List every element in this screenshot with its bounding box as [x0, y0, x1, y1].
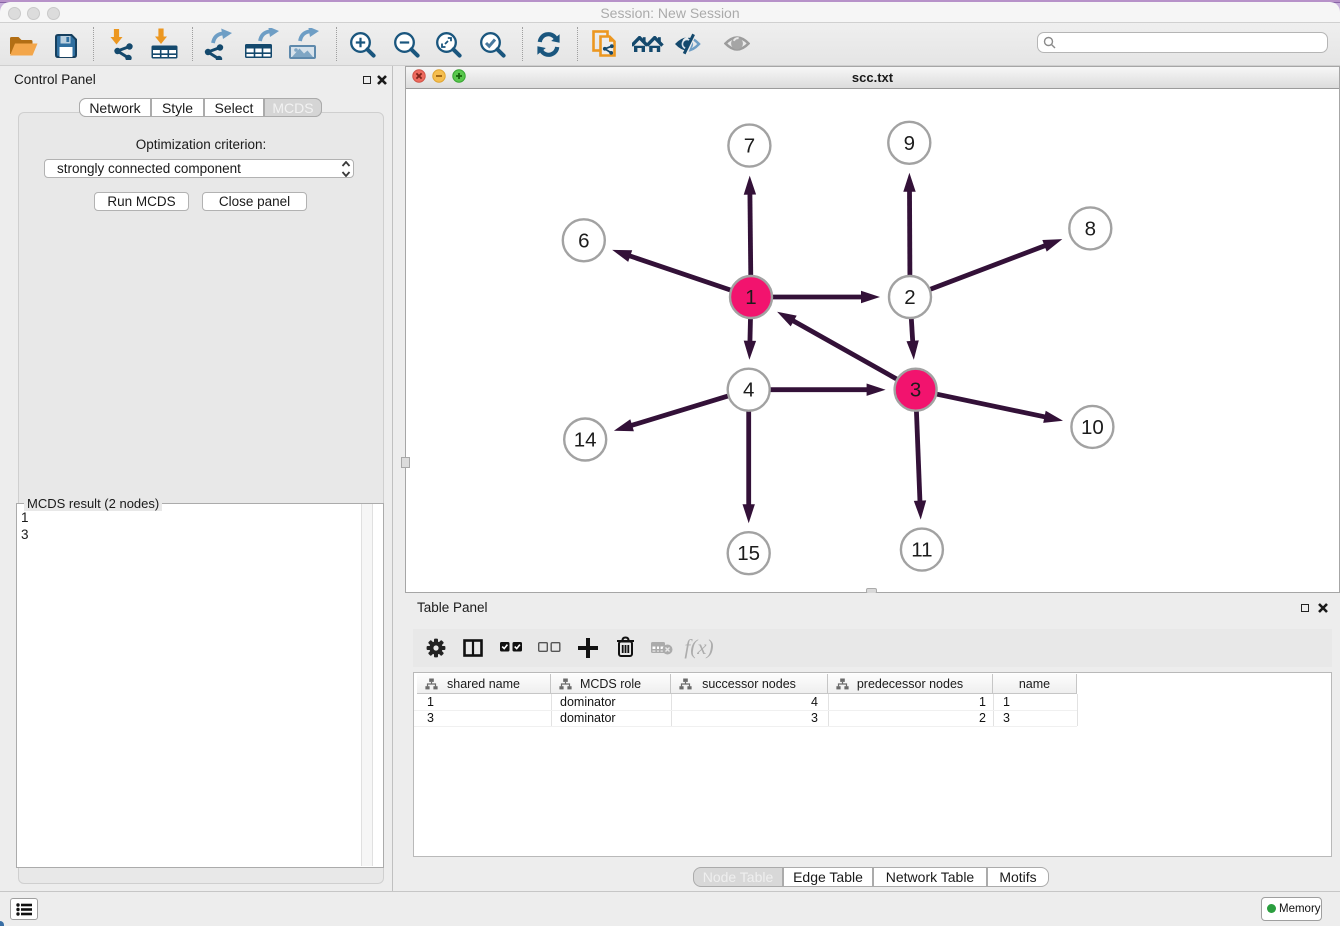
- svg-text:8: 8: [1085, 217, 1096, 240]
- svg-text:1: 1: [745, 286, 756, 309]
- svg-text:6: 6: [578, 229, 589, 252]
- svg-text:9: 9: [904, 132, 915, 155]
- svg-text:15: 15: [737, 542, 760, 565]
- svg-text:3: 3: [910, 379, 921, 402]
- svg-text:7: 7: [744, 135, 755, 158]
- svg-text:11: 11: [911, 539, 932, 562]
- svg-text:2: 2: [904, 286, 915, 309]
- svg-text:14: 14: [574, 429, 597, 452]
- svg-text:4: 4: [743, 379, 754, 402]
- svg-text:10: 10: [1081, 416, 1104, 439]
